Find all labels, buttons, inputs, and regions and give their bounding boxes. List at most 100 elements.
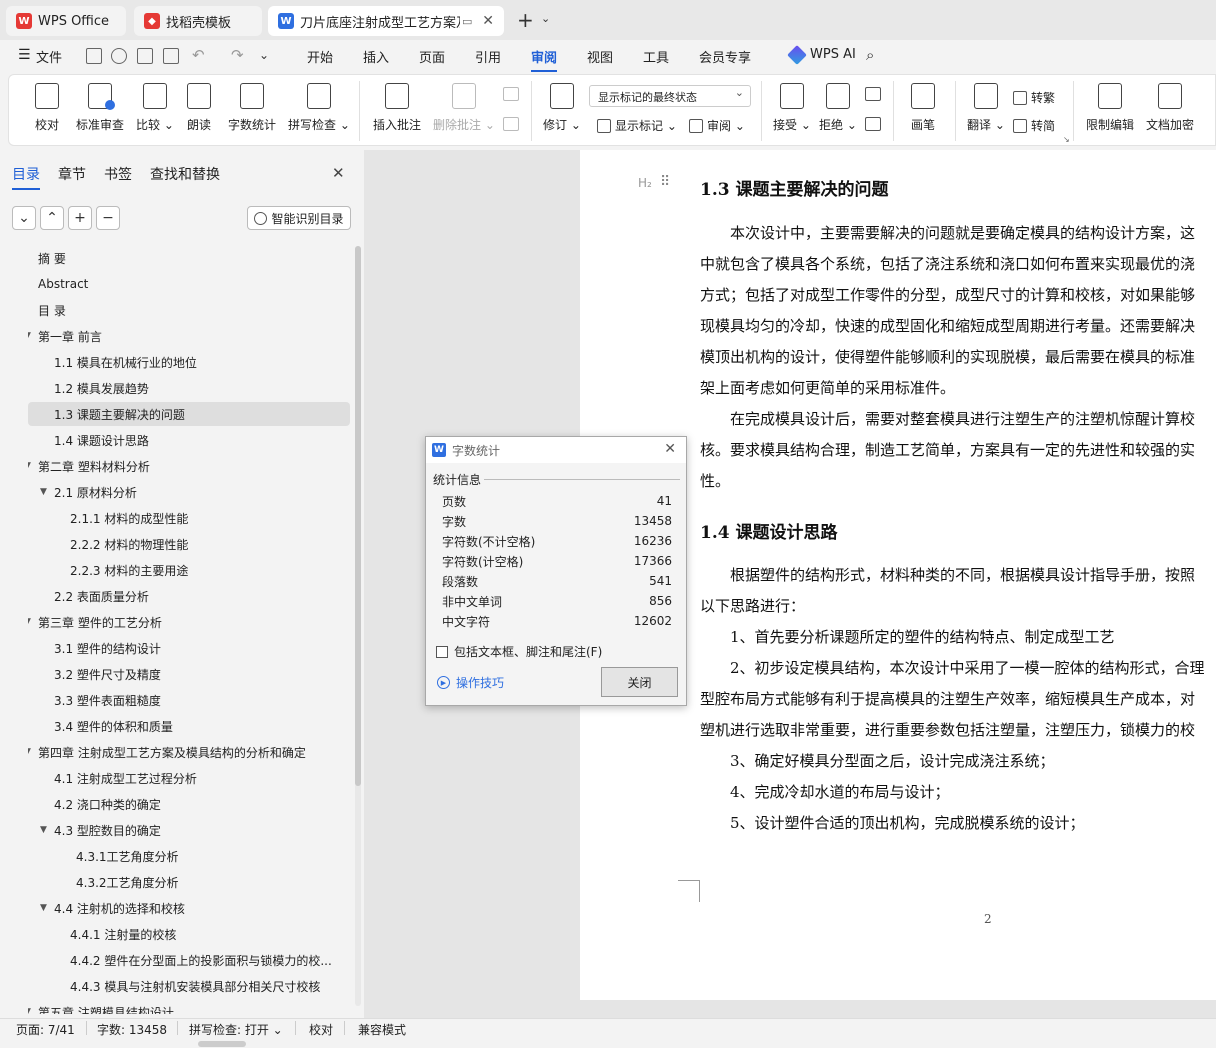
redo-icon[interactable]: ↷ xyxy=(231,46,244,64)
expand-triangle-icon[interactable]: ▼ xyxy=(28,617,31,627)
tab-document[interactable]: W 刀片底座注射成型工艺方案及 ▭ ✕ xyxy=(268,6,504,36)
heading-level-marker[interactable]: H₂ xyxy=(638,176,652,190)
drag-handle-icon[interactable]: ⠿ xyxy=(660,174,670,190)
toc-item[interactable]: ▼ 4.3 型腔数目的确定 xyxy=(28,818,350,842)
toc-item[interactable]: 1.3 课题主要解决的问题 xyxy=(28,402,350,426)
nav-tab-toc[interactable]: 目录 xyxy=(12,164,40,190)
dialog-title-bar[interactable]: W 字数统计 ✕ xyxy=(426,437,686,463)
reject-button[interactable]: 拒绝 ⌄ xyxy=(819,83,857,133)
toc-item[interactable]: ▼ 第三章 塑件的工艺分析 xyxy=(28,610,350,634)
doc-encrypt-button[interactable]: 文档加密 xyxy=(1146,83,1194,133)
menu-membership[interactable]: 会员专享 xyxy=(699,47,751,66)
expand-triangle-icon[interactable]: ▼ xyxy=(28,331,31,341)
prev-comment-icon[interactable] xyxy=(503,87,519,101)
collapse-down-button[interactable]: ⌄ xyxy=(12,206,36,230)
menu-review[interactable]: 审阅 xyxy=(531,47,558,72)
toc-item[interactable]: ▼ 4.4 注射机的选择和校核 xyxy=(28,896,350,920)
prev-revision-icon[interactable] xyxy=(865,87,881,101)
toc-item[interactable]: ▼ 第一章 前言 xyxy=(28,324,350,348)
nav-tab-find-replace[interactable]: 查找和替换 xyxy=(150,164,220,184)
toc-item[interactable]: 4.4.2 塑件在分型面上的投影面积与锁模力的校... xyxy=(28,948,350,972)
toc-item[interactable]: 摘 要 xyxy=(28,246,350,270)
checkbox-box[interactable] xyxy=(436,645,448,658)
toc-item[interactable]: 1.2 模具发展趋势 xyxy=(28,376,350,400)
toc-item[interactable]: 3.2 塑件尺寸及精度 xyxy=(28,662,350,686)
remove-heading-button[interactable]: − xyxy=(96,206,120,230)
screen-icon[interactable]: ▭ xyxy=(462,15,472,28)
collapse-up-button[interactable]: ⌃ xyxy=(40,206,64,230)
toc-item[interactable]: 目 录 xyxy=(28,298,350,322)
toc-item[interactable]: 3.1 塑件的结构设计 xyxy=(28,636,350,660)
nav-tab-bookmarks[interactable]: 书签 xyxy=(104,164,132,184)
tips-link[interactable]: ▶ 操作技巧 xyxy=(437,674,504,691)
toc-item[interactable]: 4.4.3 模具与注射机安装模具部分相关尺寸校核 xyxy=(28,974,350,998)
tab-wps-office[interactable]: W WPS Office xyxy=(6,6,126,36)
toc-item[interactable]: 2.2.2 材料的物理性能 xyxy=(28,532,350,556)
close-tab-icon[interactable]: ✕ xyxy=(482,13,494,29)
page-indicator[interactable]: 页面: 7/41 xyxy=(16,1021,75,1038)
word-count-button[interactable]: 字数统计 xyxy=(228,83,276,133)
wps-ai-icon[interactable] xyxy=(787,45,807,65)
undo-icon[interactable]: ↶ xyxy=(192,46,205,64)
toc-item[interactable]: 4.3.1工艺角度分析 xyxy=(28,844,350,868)
print-preview-icon[interactable] xyxy=(163,48,179,64)
save-icon[interactable] xyxy=(86,48,102,64)
search-icon[interactable]: ⌕ xyxy=(866,46,874,64)
pen-button[interactable]: 画笔 xyxy=(911,83,935,133)
menu-page[interactable]: 页面 xyxy=(419,47,445,66)
toc-scrollbar[interactable] xyxy=(355,246,361,1006)
expand-triangle-icon[interactable]: ▼ xyxy=(28,461,31,471)
expand-triangle-icon[interactable]: ▼ xyxy=(40,825,47,835)
menu-wps-ai[interactable]: WPS AI xyxy=(810,47,856,62)
expand-triangle-icon[interactable]: ▼ xyxy=(28,747,31,757)
standard-review-button[interactable]: 标准审查 xyxy=(76,83,124,133)
menu-view[interactable]: 视图 xyxy=(587,47,613,66)
close-button[interactable]: 关闭 xyxy=(601,667,678,697)
scrollbar-thumb[interactable] xyxy=(355,246,361,786)
to-simplified-button[interactable]: 转简 xyxy=(1013,117,1055,134)
word-count-indicator[interactable]: 字数: 13458 xyxy=(97,1021,167,1038)
read-aloud-button[interactable]: 朗读 xyxy=(187,83,211,133)
compare-button[interactable]: 比较 ⌄ xyxy=(136,83,174,133)
new-tab-icon[interactable]: + xyxy=(517,8,534,32)
print-icon[interactable] xyxy=(137,48,153,64)
toc-item[interactable]: 3.3 塑件表面粗糙度 xyxy=(28,688,350,712)
toc-item[interactable]: Abstract xyxy=(28,272,350,296)
tab-docer-templates[interactable]: ◆ 找稻壳模板 xyxy=(134,6,262,36)
menu-file[interactable]: 文件 xyxy=(36,47,62,66)
menu-home[interactable]: 开始 xyxy=(307,47,333,66)
proofread-button[interactable]: 校对 xyxy=(35,83,59,133)
toc-item[interactable]: 1.4 课题设计思路 xyxy=(28,428,350,452)
toc-item[interactable]: ▼ 2.1 原材料分析 xyxy=(28,480,350,504)
horizontal-scroll-thumb[interactable] xyxy=(198,1041,246,1047)
menu-insert[interactable]: 插入 xyxy=(363,47,389,66)
spell-check-indicator[interactable]: 拼写检查: 打开 ⌄ xyxy=(189,1021,283,1038)
menu-reference[interactable]: 引用 xyxy=(475,47,501,66)
toc-item[interactable]: ▼ 第四章 注射成型工艺方案及模具结构的分析和确定 xyxy=(28,740,350,764)
proof-indicator[interactable]: 校对 xyxy=(309,1021,333,1038)
menu-tools[interactable]: 工具 xyxy=(643,47,669,66)
expand-triangle-icon[interactable]: ▼ xyxy=(28,1007,31,1014)
close-icon[interactable]: ✕ xyxy=(664,441,676,457)
restrict-edit-button[interactable]: 限制编辑 xyxy=(1086,83,1134,133)
toc-item[interactable]: ▼ 第二章 塑料材料分析 xyxy=(28,454,350,478)
toc-item[interactable]: 3.4 塑件的体积和质量 xyxy=(28,714,350,738)
toc-item[interactable]: 2.2.3 材料的主要用途 xyxy=(28,558,350,582)
more-chevron-icon[interactable]: ⌄ xyxy=(259,48,269,62)
add-heading-button[interactable]: + xyxy=(68,206,92,230)
expand-triangle-icon[interactable]: ▼ xyxy=(40,487,47,497)
show-markup-button[interactable]: 显示标记 ⌄ xyxy=(597,117,677,134)
toc-item[interactable]: 4.1 注射成型工艺过程分析 xyxy=(28,766,350,790)
markup-state-select[interactable]: 显示标记的最终状态 xyxy=(589,85,751,107)
nav-tab-chapters[interactable]: 章节 xyxy=(58,164,86,184)
toc-item[interactable]: 2.2 表面质量分析 xyxy=(28,584,350,608)
toc-item[interactable]: 1.1 模具在机械行业的地位 xyxy=(28,350,350,374)
next-comment-icon[interactable] xyxy=(503,117,519,131)
insert-comment-button[interactable]: 插入批注 xyxy=(373,83,421,133)
smart-toc-button[interactable]: 智能识别目录 xyxy=(247,206,351,230)
delete-comment-button[interactable]: 删除批注 ⌄ xyxy=(433,83,495,133)
review-pane-button[interactable]: 审阅 ⌄ xyxy=(689,117,745,134)
toc-item[interactable]: 4.3.2工艺角度分析 xyxy=(28,870,350,894)
next-revision-icon[interactable] xyxy=(865,117,881,131)
to-traditional-button[interactable]: 转繁 xyxy=(1013,89,1055,106)
